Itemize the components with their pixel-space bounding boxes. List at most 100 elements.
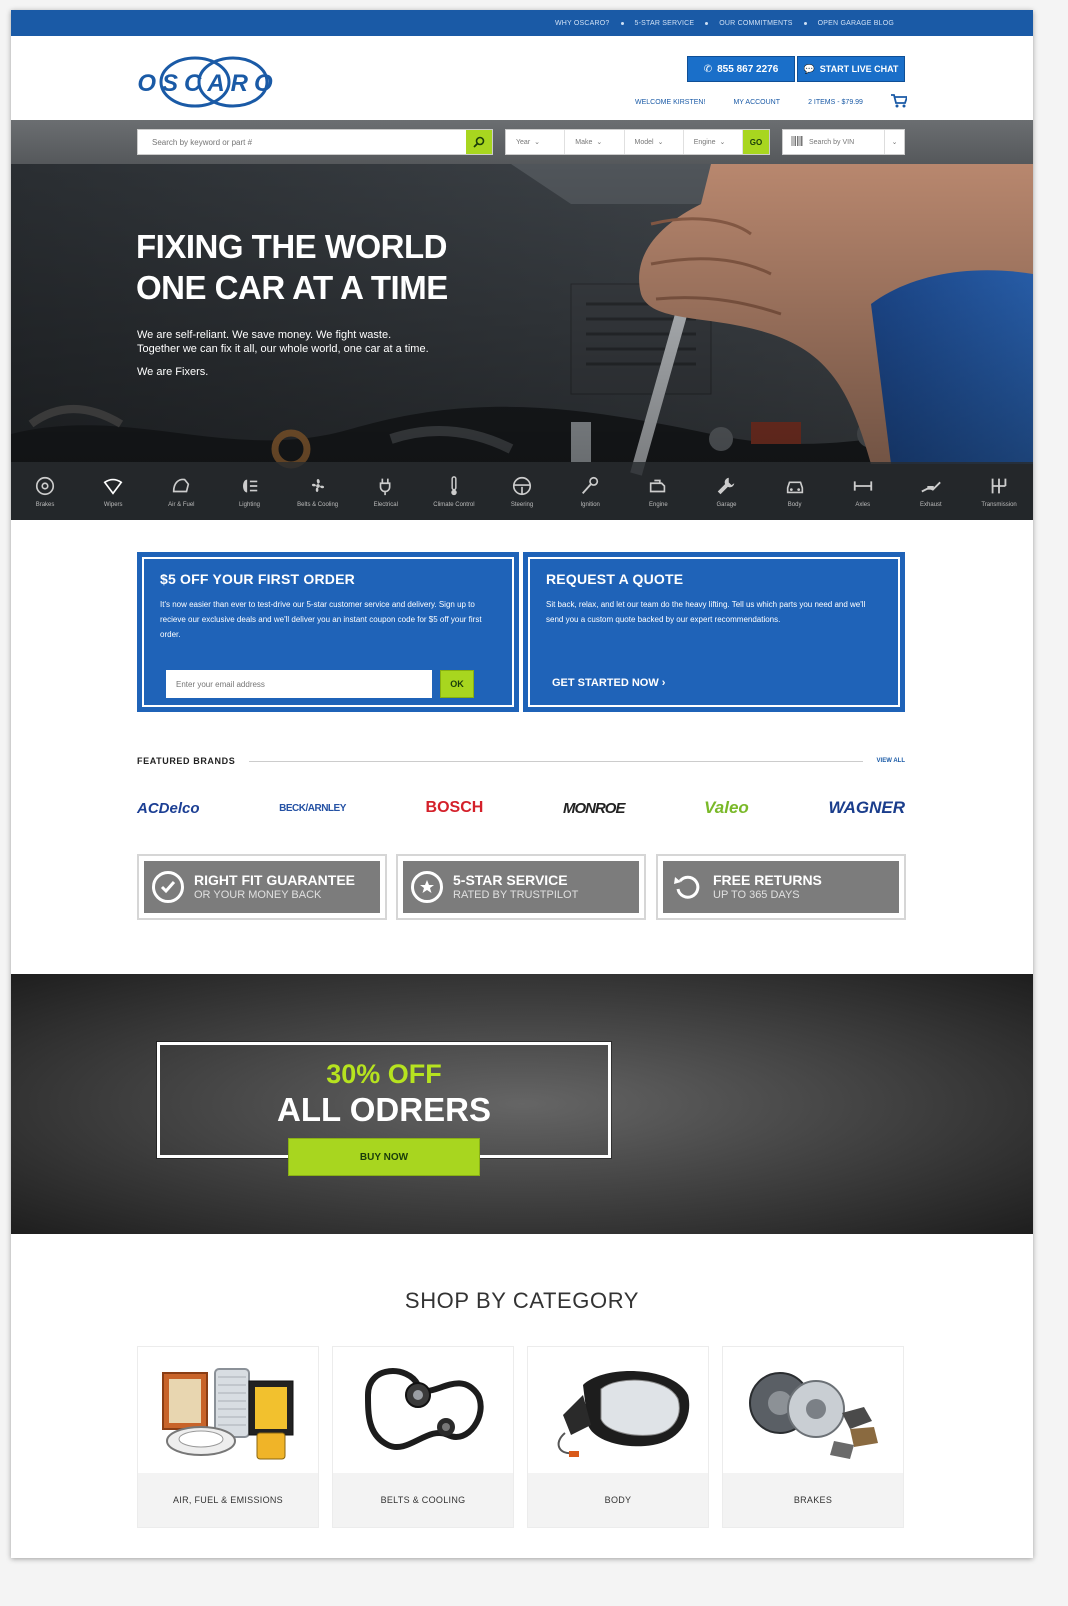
get-started-link[interactable]: GET STARTED NOW ›: [552, 677, 665, 689]
chevron-down-icon: ⌄: [719, 139, 726, 146]
site-header: OSCARO ✆ 855 867 2276 💬 START LIVE CHAT …: [11, 36, 1033, 120]
request-quote-text: Sit back, relax, and let our team do the…: [546, 600, 866, 624]
top-nav-bar: WHY OSCARO? 5-STAR SERVICE OUR COMMITMEN…: [11, 10, 1033, 36]
brand-beck-arnley[interactable]: BECK/ARNLEY: [279, 803, 346, 814]
category-card-brakes[interactable]: BRAKES: [722, 1346, 904, 1528]
category-card-air-fuel-emissions[interactable]: AIR, FUEL & EMISSIONS: [137, 1346, 319, 1528]
view-all-brands-link[interactable]: VIEW ALL: [877, 758, 905, 764]
hero-banner: FIXING THE WORLD ONE CAR AT A TIME We ar…: [11, 164, 1033, 520]
category-icon-bar: Brakes Wipers Air & Fuel Lighting Belts …: [11, 462, 1033, 520]
vehicle-go-button[interactable]: GO: [743, 130, 769, 154]
gear-shift-icon: [991, 478, 1007, 493]
year-select[interactable]: Year ⌄: [506, 130, 566, 154]
category-electrical[interactable]: Electrical: [352, 462, 420, 520]
barcode-icon: [791, 136, 803, 148]
free-returns-text: FREE RETURNS UP TO 365 DAYS: [713, 872, 822, 901]
divider: [249, 760, 863, 762]
topbar-link-why-oscaro[interactable]: WHY OSCARO?: [544, 20, 621, 27]
air-fuel-icon: [173, 478, 190, 492]
request-quote-promo-inner: REQUEST A QUOTE Sit back, relax, and let…: [528, 557, 900, 707]
five-star-service-badge[interactable]: 5-STAR SERVICE RATED BY TRUSTPILOT: [396, 854, 646, 920]
live-chat-button[interactable]: 💬 START LIVE CHAT: [797, 56, 905, 82]
buy-now-button[interactable]: BUY NOW: [288, 1138, 480, 1176]
phone-icon: ✆: [703, 63, 713, 75]
oscaro-logo[interactable]: OSCARO: [137, 50, 287, 114]
vin-search[interactable]: Search by VIN ⌄: [782, 129, 905, 155]
fan-icon: [311, 478, 324, 492]
phone-button[interactable]: ✆ 855 867 2276: [687, 56, 795, 82]
wrench-icon: [718, 477, 735, 494]
engine-select[interactable]: Engine ⌄: [684, 130, 743, 154]
category-steering[interactable]: Steering: [488, 462, 556, 520]
request-quote-promo: REQUEST A QUOTE Sit back, relax, and let…: [523, 552, 905, 712]
category-wipers[interactable]: Wipers: [79, 462, 147, 520]
engine-icon: [650, 479, 666, 492]
category-garage[interactable]: Garage: [692, 462, 760, 520]
make-select[interactable]: Make ⌄: [565, 130, 625, 154]
category-label: BELTS & COOLING: [333, 1473, 513, 1527]
category-grid: AIR, FUEL & EMISSIONS BELTS & COOLING BO…: [137, 1346, 905, 1528]
logo-text: OSCARO: [137, 70, 279, 97]
category-exhaust[interactable]: Exhaust: [897, 462, 965, 520]
category-body[interactable]: Body: [761, 462, 829, 520]
category-climate-control[interactable]: Climate Control: [420, 462, 488, 520]
category-transmission[interactable]: Transmission: [965, 462, 1033, 520]
topbar-link-our-commitments[interactable]: OUR COMMITMENTS: [705, 20, 803, 27]
free-returns-badge[interactable]: FREE RETURNS UP TO 365 DAYS: [656, 854, 906, 920]
brake-icon: [35, 476, 55, 495]
category-air-fuel[interactable]: Air & Fuel: [147, 462, 215, 520]
shopping-cart-icon[interactable]: [891, 94, 909, 110]
category-belts-cooling[interactable]: Belts & Cooling: [284, 462, 352, 520]
right-fit-guarantee-text: RIGHT FIT GUARANTEE OR YOUR MONEY BACK: [194, 872, 355, 901]
wiper-icon: [103, 478, 123, 495]
brand-wagner[interactable]: WAGNER: [828, 798, 905, 818]
my-account-link[interactable]: MY ACCOUNT: [733, 99, 780, 106]
vehicle-selector: Year ⌄ Make ⌄ Model ⌄ Engine ⌄ GO: [505, 129, 770, 155]
key-icon: [582, 476, 599, 494]
hero-tagline: We are Fixers.: [137, 366, 209, 378]
email-signup-row: OK: [166, 670, 474, 698]
steering-wheel-icon: [512, 476, 532, 495]
car-icon: [786, 481, 803, 493]
first-order-promo: $5 OFF YOUR FIRST ORDER It's now easier …: [137, 552, 519, 712]
email-submit-button[interactable]: OK: [440, 670, 474, 698]
plug-icon: [379, 478, 391, 495]
category-card-belts-cooling[interactable]: BELTS & COOLING: [332, 1346, 514, 1528]
brand-acdelco[interactable]: ACDelco: [137, 800, 200, 817]
topbar-link-5-star-service[interactable]: 5-STAR SERVICE: [621, 20, 706, 27]
headlight-icon: [243, 479, 258, 492]
sale-banner: 30% OFF ALL ODRERS BUY NOW: [11, 974, 1033, 1234]
right-fit-guarantee-badge[interactable]: RIGHT FIT GUARANTEE OR YOUR MONEY BACK: [137, 854, 387, 920]
category-ignition[interactable]: Ignition: [556, 462, 624, 520]
chevron-down-icon[interactable]: ⌄: [884, 130, 904, 154]
category-card-body[interactable]: BODY: [527, 1346, 709, 1528]
brand-valeo[interactable]: Valeo: [704, 798, 749, 818]
category-axles[interactable]: Axles: [829, 462, 897, 520]
category-engine[interactable]: Engine: [624, 462, 692, 520]
category-lighting[interactable]: Lighting: [215, 462, 283, 520]
vin-search-label: Search by VIN: [809, 138, 855, 146]
email-input[interactable]: [166, 670, 432, 698]
chevron-down-icon: ⌄: [596, 139, 603, 146]
welcome-link[interactable]: WELCOME KIRSTEN!: [635, 99, 705, 106]
phone-number: 855 867 2276: [717, 63, 779, 75]
cart-summary-link[interactable]: 2 ITEMS - $79.99: [808, 99, 863, 106]
category-brakes[interactable]: Brakes: [11, 462, 79, 520]
category-label: BRAKES: [723, 1473, 903, 1527]
featured-brands-title: FEATURED BRANDS: [137, 756, 236, 766]
search-icon: [473, 136, 485, 148]
brand-monroe[interactable]: MONROE: [563, 800, 625, 817]
shop-by-category-title: SHOP BY CATEGORY: [404, 1288, 640, 1313]
search-bar: Year⌄ Make⌄ Model⌄ Engine⌄ GO Search by …: [11, 120, 1033, 164]
topbar-link-open-garage-blog[interactable]: OPEN GARAGE BLOG: [804, 20, 905, 27]
thermometer-icon: [451, 475, 457, 495]
side-mirror-image: [528, 1347, 708, 1473]
guarantee-badges: RIGHT FIT GUARANTEE OR YOUR MONEY BACK 5…: [137, 854, 907, 920]
search-button[interactable]: [466, 130, 492, 154]
brand-logos: ACDelco BECK/ARNLEY BOSCH MONROE Valeo W…: [137, 795, 905, 821]
brand-bosch[interactable]: BOSCH: [426, 799, 484, 817]
live-chat-label: START LIVE CHAT: [819, 64, 899, 74]
keyword-search-input[interactable]: [138, 130, 458, 154]
model-select[interactable]: Model ⌄: [625, 130, 684, 154]
page-frame: WHY OSCARO? 5-STAR SERVICE OUR COMMITMEN…: [11, 10, 1033, 1558]
